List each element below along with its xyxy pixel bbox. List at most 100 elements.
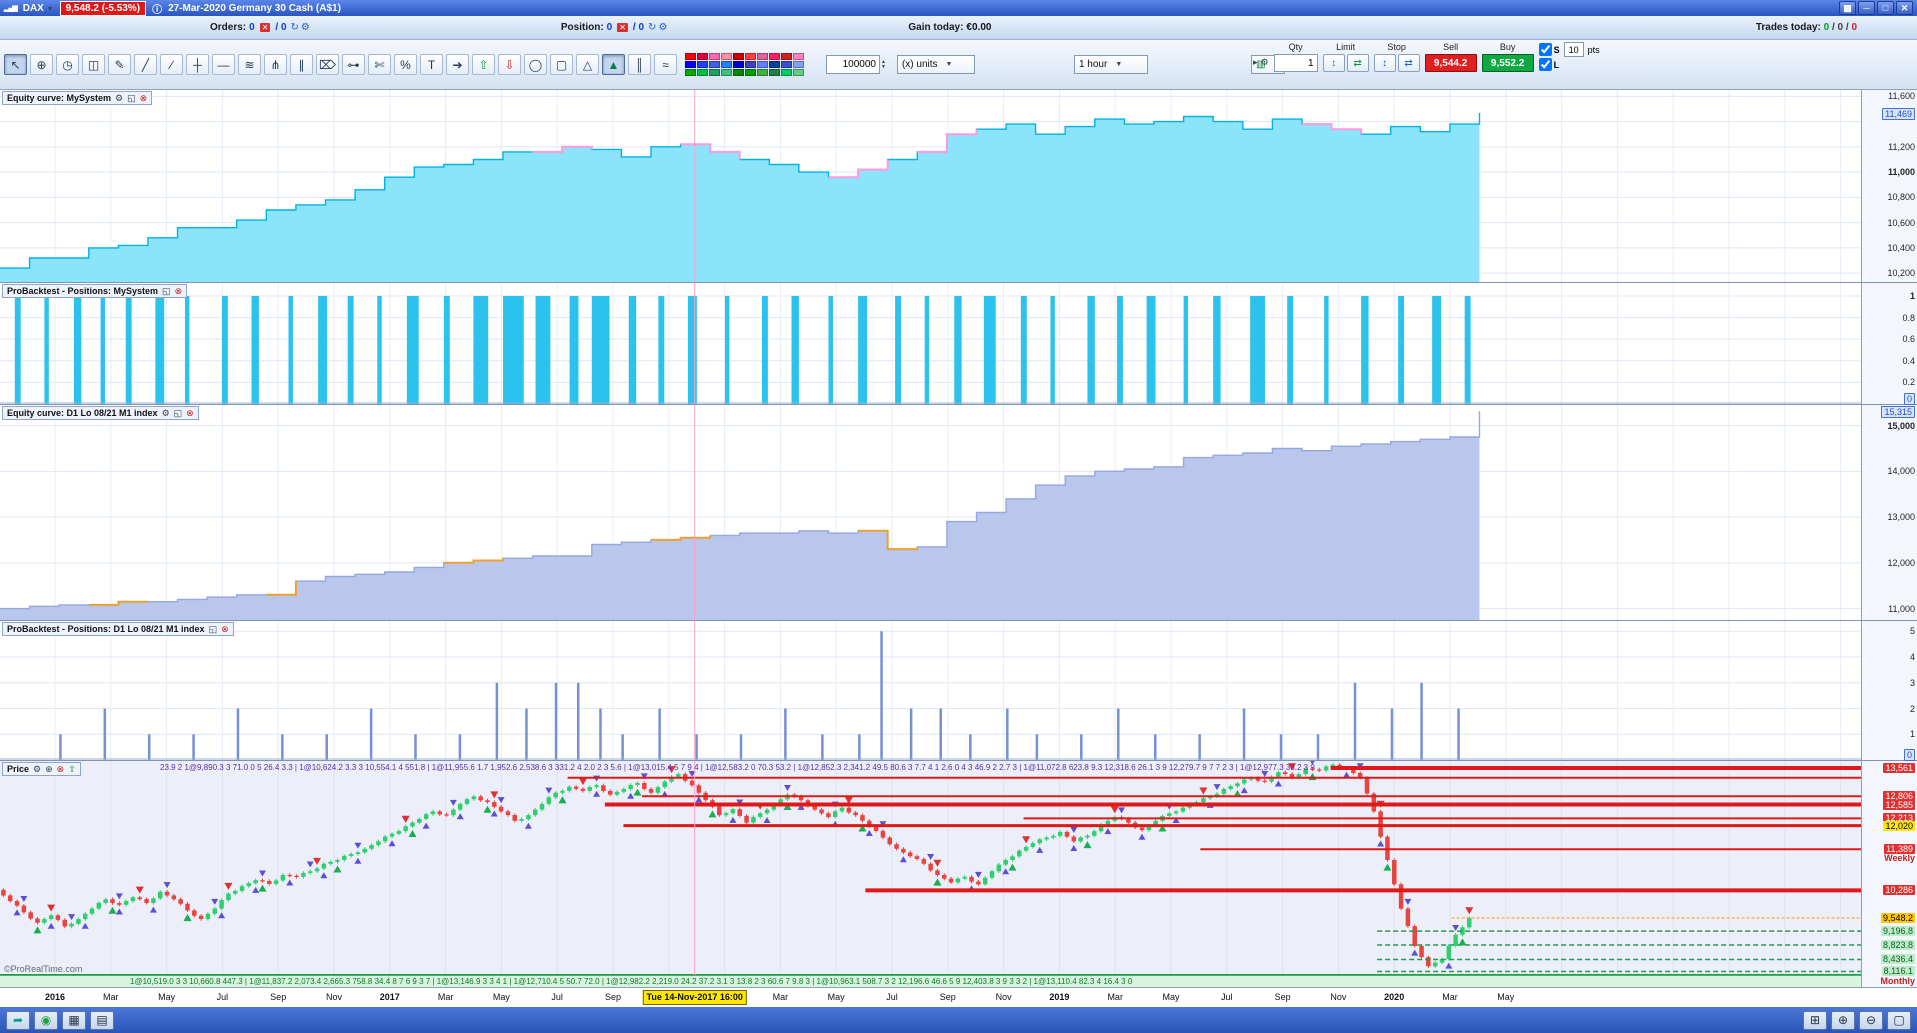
color-swatch[interactable]	[793, 53, 804, 60]
ray-tool[interactable]: ∕	[160, 54, 183, 75]
connection-status-icon[interactable]: ◉	[34, 1010, 58, 1030]
color-swatch[interactable]	[721, 69, 732, 76]
crosshair-tool[interactable]: ┼	[186, 54, 209, 75]
triangle-tool[interactable]: △	[576, 54, 599, 75]
grid-view-icon[interactable]: ▦	[62, 1010, 86, 1030]
properties-icon[interactable]: ⚙	[33, 764, 41, 775]
color-swatch[interactable]	[745, 69, 756, 76]
color-swatch[interactable]	[697, 61, 708, 68]
positions-mysystem-axis[interactable]: 1 0.8 0.6 0.4 0.2 0	[1861, 283, 1917, 405]
arrow-annotation-tool[interactable]: ➔	[446, 54, 469, 75]
close-icon[interactable]: ⊗	[186, 408, 194, 419]
hline-tool[interactable]: ―	[212, 54, 235, 75]
close-icon[interactable]: ⊗	[175, 286, 183, 297]
pitchfork-tool[interactable]: ⋔	[264, 54, 287, 75]
stop-buy-button[interactable]: ↕	[1373, 54, 1396, 72]
equity-mysystem-axis[interactable]: 11,600 11,469 11,200 11,000 10,800 10,600 10,4…	[1861, 90, 1917, 282]
info-icon[interactable]: ⓘ	[152, 1, 162, 16]
trendline-tool[interactable]: ╱	[134, 54, 157, 75]
color-swatch[interactable]	[757, 69, 768, 76]
fullscreen-icon[interactable]: ▢	[1887, 1010, 1911, 1030]
percent-tool[interactable]: %	[394, 54, 417, 75]
apps-grid-icon[interactable]: ▦	[1839, 1, 1856, 15]
color-swatch[interactable]	[733, 53, 744, 60]
equity-d1-axis[interactable]: 15,315 15,000 14,000 13,000 12,000 11,000	[1861, 405, 1917, 620]
fibonacci-tool[interactable]: ≋	[238, 54, 261, 75]
buy-marker-tool[interactable]: ⇧	[472, 54, 495, 75]
quantity-input[interactable]	[826, 55, 880, 74]
positions-mysystem-chart[interactable]: ProBacktest - Positions: MySystem ◱ ⊗	[0, 283, 1861, 404]
pts-input[interactable]	[1563, 42, 1584, 57]
detach-window-icon[interactable]: ◱	[162, 286, 171, 297]
equity-d1-chart[interactable]: Equity curve: D1 Lo 08/21 M1 index ⚙ ◱ ⊗	[0, 405, 1861, 620]
channel-tool[interactable]: ∥	[290, 54, 313, 75]
text-tool[interactable]: T	[420, 54, 443, 75]
eraser-tool[interactable]: ◫	[82, 54, 105, 75]
color-swatch[interactable]	[745, 53, 756, 60]
ellipse-tool[interactable]: ◯	[524, 54, 547, 75]
refresh-position-icon[interactable]: ↻	[648, 22, 656, 33]
close-icon[interactable]: ⊗	[221, 624, 229, 635]
orders-settings-icon[interactable]: ⚙	[301, 22, 310, 33]
color-palette[interactable]	[685, 53, 804, 76]
l-checkbox[interactable]	[1538, 58, 1552, 71]
price-chart[interactable]: Price ⚙ ⊕ ⊗ ⇧ 23.9 2 1@9,890.3 3 71.0 0 …	[0, 761, 1861, 987]
maximize-icon[interactable]: □	[1877, 1, 1894, 15]
refresh-orders-icon[interactable]: ↻	[291, 22, 299, 33]
limit-buy-button[interactable]: ↕	[1322, 54, 1345, 72]
expand-icon[interactable]: ⇧	[68, 764, 76, 775]
delete-tool[interactable]: ⌦	[316, 54, 339, 75]
zoom-tool[interactable]: ⊕	[30, 54, 53, 75]
sell-button[interactable]: 9,544.2	[1424, 54, 1477, 72]
scissors-tool[interactable]: ✄	[368, 54, 391, 75]
order-tools-icon[interactable]: ⚙	[1261, 57, 1269, 68]
color-swatch[interactable]	[685, 61, 696, 68]
zoom-out-icon[interactable]: ⊖	[1859, 1010, 1883, 1030]
color-swatch[interactable]	[793, 69, 804, 76]
color-swatch[interactable]	[781, 61, 792, 68]
color-swatch[interactable]	[697, 53, 708, 60]
zoom-in-icon[interactable]: ⊕	[1831, 1010, 1855, 1030]
position-settings-icon[interactable]: ⚙	[658, 22, 667, 33]
order-qty-input[interactable]	[1273, 54, 1318, 72]
properties-icon[interactable]: ⚙	[162, 408, 170, 419]
color-swatch[interactable]	[769, 53, 780, 60]
line-chart-button[interactable]: ≈	[654, 54, 677, 75]
positions-d1-axis[interactable]: 5 4 3 2 1 0	[1861, 621, 1917, 761]
symbol-dropdown[interactable]: DAX ▼	[23, 3, 54, 14]
s-checkbox[interactable]	[1538, 43, 1552, 56]
color-swatch[interactable]	[685, 53, 696, 60]
color-swatch[interactable]	[793, 61, 804, 68]
alarm-tool[interactable]: ◷	[56, 54, 79, 75]
magnet-tool[interactable]: ⊶	[342, 54, 365, 75]
detach-window-icon[interactable]: ◱	[209, 624, 218, 635]
mountain-chart-button[interactable]: ▲	[602, 54, 625, 75]
share-icon[interactable]: ➦	[6, 1010, 30, 1030]
rectangle-tool[interactable]: ▢	[550, 54, 573, 75]
sell-marker-tool[interactable]: ⇩	[498, 54, 521, 75]
minimize-icon[interactable]: ─	[1858, 1, 1875, 15]
color-swatch[interactable]	[697, 69, 708, 76]
equity-mysystem-chart[interactable]: Equity curve: MySystem ⚙ ◱ ⊗	[0, 90, 1861, 282]
properties-icon[interactable]: ⚙	[115, 93, 123, 104]
candlestick-chart-button[interactable]: ║	[628, 54, 651, 75]
price-axis[interactable]: 13,561 12,806 12,585 12,213 12,020 11,389 Week…	[1861, 761, 1917, 987]
positions-d1-chart[interactable]: ProBacktest - Positions: D1 Lo 08/21 M1 …	[0, 621, 1861, 760]
limit-sell-button[interactable]: ⇄	[1346, 54, 1369, 72]
color-swatch[interactable]	[709, 69, 720, 76]
pencil-tool[interactable]: ✎	[108, 54, 131, 75]
close-icon[interactable]: ✕	[1896, 1, 1913, 15]
detach-window-icon[interactable]: ◱	[127, 93, 136, 104]
time-axis[interactable]: Tue 14-Nov-2017 16:00 2016 Mar May Jul Sep No…	[0, 987, 1917, 1007]
color-swatch[interactable]	[721, 53, 732, 60]
list-view-icon[interactable]: ▤	[90, 1010, 114, 1030]
close-icon[interactable]: ⊗	[57, 764, 65, 775]
pointer-tool[interactable]: ↖	[4, 54, 27, 75]
color-swatch[interactable]	[733, 61, 744, 68]
units-select[interactable]: (x) units ▼	[896, 55, 975, 74]
detach-window-icon[interactable]: ◱	[174, 408, 183, 419]
color-swatch[interactable]	[709, 53, 720, 60]
color-swatch[interactable]	[769, 61, 780, 68]
stop-sell-button[interactable]: ⇄	[1397, 54, 1420, 72]
color-swatch[interactable]	[733, 69, 744, 76]
